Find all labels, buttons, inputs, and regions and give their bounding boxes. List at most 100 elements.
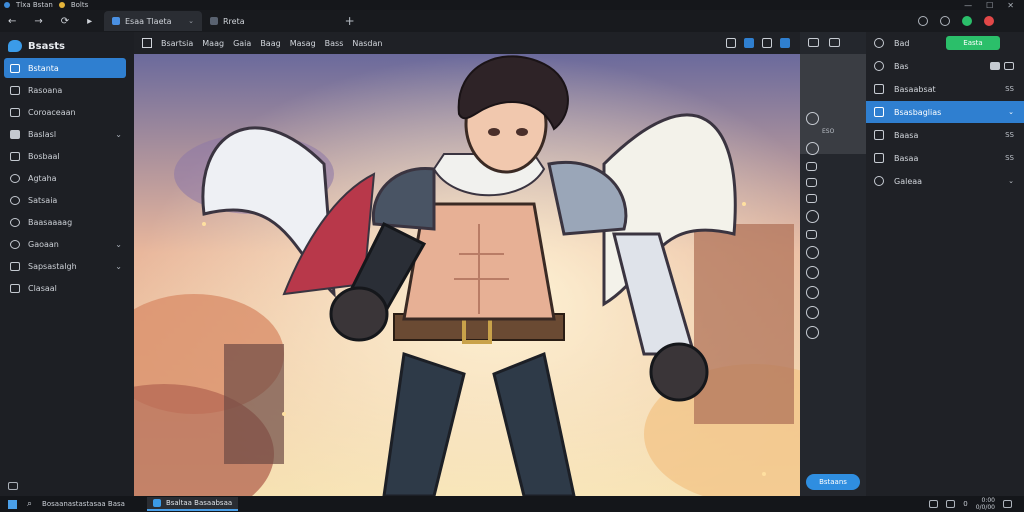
- network-icon[interactable]: [929, 500, 939, 508]
- forward-arrow-icon[interactable]: →: [34, 16, 42, 27]
- chevron-down-icon[interactable]: ⌄: [115, 262, 122, 271]
- collapse-sidebar-icon[interactable]: [8, 482, 18, 490]
- chevron-down-icon[interactable]: ⌄: [115, 130, 122, 139]
- apply-button[interactable]: Bstaans: [806, 474, 860, 490]
- notification-icon[interactable]: [1003, 500, 1012, 508]
- tab-label: Esaa Tlaeta: [125, 16, 172, 26]
- chevron-down-icon[interactable]: ⌄: [1008, 108, 1014, 116]
- record-icon[interactable]: [984, 16, 994, 26]
- window-controls: — ☐ ✕: [964, 1, 1024, 10]
- app-window: Tlxa Bstan Bolts — ☐ ✕ ← → ⟳ ▸ Esaa Tlae…: [0, 0, 1024, 512]
- square-icon: [874, 130, 884, 140]
- chevron-down-icon[interactable]: ⌄: [115, 240, 122, 249]
- clock-icon[interactable]: [806, 142, 819, 155]
- menu-item-4[interactable]: Masag: [290, 39, 316, 48]
- pin-icon[interactable]: [744, 38, 754, 48]
- taskbar-search-text[interactable]: Bosaanastastasaa Basa: [42, 500, 125, 508]
- brush-icon[interactable]: [806, 112, 819, 125]
- panel-item-label: Basaa: [894, 153, 919, 163]
- back-arrow-icon[interactable]: ←: [8, 16, 16, 27]
- menu-item-2[interactable]: Gaia: [233, 39, 251, 48]
- chevron-down-icon[interactable]: ⌄: [1008, 177, 1014, 185]
- folder-icon: [58, 2, 65, 8]
- sidebar-item-0[interactable]: Bstanta: [4, 58, 126, 78]
- status-ok-icon[interactable]: [962, 16, 972, 26]
- title-bar: Tlxa Bstan Bolts — ☐ ✕: [0, 0, 1024, 10]
- new-tab-button[interactable]: +: [345, 14, 355, 28]
- sidebar-item-label: Baasaaaag: [28, 217, 73, 227]
- menu-item-5[interactable]: Bass: [325, 39, 344, 48]
- menu-item-1[interactable]: Maag: [202, 39, 224, 48]
- bookmark-icon[interactable]: [780, 38, 790, 48]
- panel-item-label: Galeaa: [894, 176, 923, 186]
- emoji-icon[interactable]: [806, 326, 819, 339]
- sidebar-item-4[interactable]: Bosbaal: [4, 146, 126, 166]
- search-icon[interactable]: ⌕: [27, 499, 32, 509]
- dot-icon[interactable]: [806, 210, 819, 223]
- panel-item-5[interactable]: Basaa SS: [866, 147, 1024, 169]
- maximize-button[interactable]: ☐: [986, 1, 993, 10]
- sidebar-item-label: Bosbaal: [28, 151, 60, 161]
- sidebar-item-label: Gaoaan: [28, 239, 59, 249]
- smiley-icon[interactable]: [808, 38, 819, 47]
- menu-item-6[interactable]: Nasdan: [352, 39, 382, 48]
- sidebar-item-1[interactable]: Rasoana: [4, 80, 126, 100]
- panel-item-meta: SS: [1005, 131, 1014, 139]
- magic-icon[interactable]: [762, 38, 772, 48]
- primary-action-button[interactable]: Easta: [946, 36, 1000, 50]
- menu-item-0[interactable]: Bsartsia: [161, 39, 193, 48]
- menu-item-3[interactable]: Baag: [260, 39, 280, 48]
- panel-item-4[interactable]: Baasa SS: [866, 124, 1024, 146]
- panel-item-label: Basaabsat: [894, 84, 936, 94]
- panel-item-1[interactable]: Bas: [866, 55, 1024, 77]
- sticker-icon[interactable]: [806, 286, 819, 299]
- shape-icon[interactable]: [806, 194, 817, 203]
- sidebar-item-label: Satsaia: [28, 195, 58, 205]
- tab-active[interactable]: Esaa Tlaeta ⌄: [104, 11, 202, 31]
- volume-icon[interactable]: [946, 500, 956, 508]
- crop-icon[interactable]: [142, 38, 152, 48]
- pen-icon: [10, 261, 20, 271]
- minus-icon[interactable]: [829, 38, 840, 47]
- tab-secondary[interactable]: Rreta: [202, 11, 253, 31]
- sidebar-item-6[interactable]: Satsaia: [4, 190, 126, 210]
- play-icon[interactable]: ▸: [87, 16, 92, 27]
- tab-menu-icon[interactable]: ⌄: [188, 17, 194, 25]
- sidebar-item-3[interactable]: Baslasl ⌄: [4, 124, 126, 144]
- refresh-icon[interactable]: ⟳: [61, 16, 69, 27]
- sidebar-item-2[interactable]: Coroaceaan: [4, 102, 126, 122]
- windows-start-icon[interactable]: [8, 499, 17, 509]
- home-icon[interactable]: [726, 38, 736, 48]
- taskbar-app-button[interactable]: Bsaltaa Basaabsaa: [146, 497, 239, 511]
- image-canvas[interactable]: [134, 54, 800, 496]
- panel-item-6[interactable]: Galeaa ⌄: [866, 170, 1024, 192]
- sidebar-item-8[interactable]: Gaoaan ⌄: [4, 234, 126, 254]
- panel-item-2[interactable]: Basaabsat SS: [866, 78, 1024, 100]
- grid-view-icon[interactable]: [990, 62, 1000, 70]
- erase-icon[interactable]: [806, 306, 819, 319]
- edit-icon[interactable]: [806, 178, 817, 187]
- chat-icon[interactable]: [806, 162, 817, 171]
- app-icon: [152, 499, 161, 507]
- sidebar: Bsasts Bstanta Rasoana Coroaceaan Baslas…: [0, 32, 134, 496]
- profile-icon[interactable]: [918, 16, 928, 26]
- clock[interactable]: 0:00 0/0/00: [976, 497, 995, 511]
- filter-icon[interactable]: [806, 246, 819, 259]
- tools-icon: [874, 176, 884, 186]
- key-icon: [10, 239, 20, 249]
- window-icon: [10, 151, 20, 161]
- view-toggle[interactable]: [990, 62, 1014, 70]
- sidebar-item-7[interactable]: Baasaaaag: [4, 212, 126, 232]
- close-button[interactable]: ✕: [1007, 1, 1014, 10]
- panel-item-3[interactable]: Bsasbaglias ⌄: [866, 101, 1024, 123]
- info-icon[interactable]: [940, 16, 950, 26]
- color-icon[interactable]: [806, 266, 819, 279]
- sidebar-item-5[interactable]: Agtaha: [4, 168, 126, 188]
- minimize-button[interactable]: —: [964, 1, 972, 10]
- list-view-icon[interactable]: [1004, 62, 1014, 70]
- panel-item-0[interactable]: Bad Easta: [866, 32, 1024, 54]
- picture-icon[interactable]: [806, 230, 817, 239]
- sidebar-item-9[interactable]: Sapsastalgh ⌄: [4, 256, 126, 276]
- sidebar-item-10[interactable]: Clasaal: [4, 278, 126, 298]
- chat-icon: [10, 85, 20, 95]
